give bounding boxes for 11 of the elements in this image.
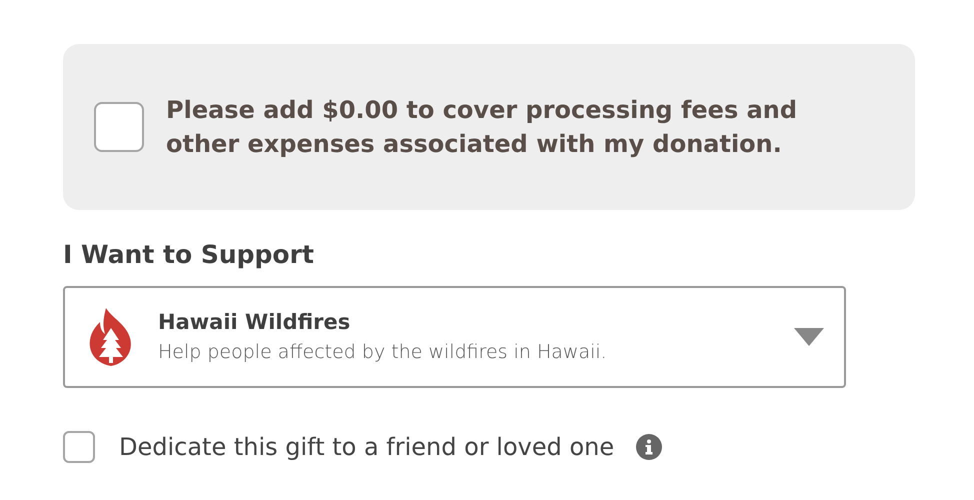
fire-tree-icon <box>88 308 134 366</box>
dedicate-label: Dedicate this gift to a friend or loved one <box>119 432 614 462</box>
fee-checkbox[interactable] <box>94 102 144 152</box>
fund-title: Hawaii Wildfires <box>158 308 350 336</box>
fund-dropdown[interactable]: Hawaii Wildfires Help people affected by the wildfires in Hawaii. <box>63 286 846 388</box>
fee-label: Please add $0.00 to cover processing fees and other expenses associated with my donation. <box>166 95 798 160</box>
fund-description: Help people affected by the wildfires in Hawaii. <box>158 340 608 364</box>
section-heading: I Want to Support <box>63 239 314 271</box>
info-icon[interactable] <box>636 434 662 460</box>
caret-icon <box>794 328 824 346</box>
dedicate-checkbox[interactable] <box>63 430 95 462</box>
